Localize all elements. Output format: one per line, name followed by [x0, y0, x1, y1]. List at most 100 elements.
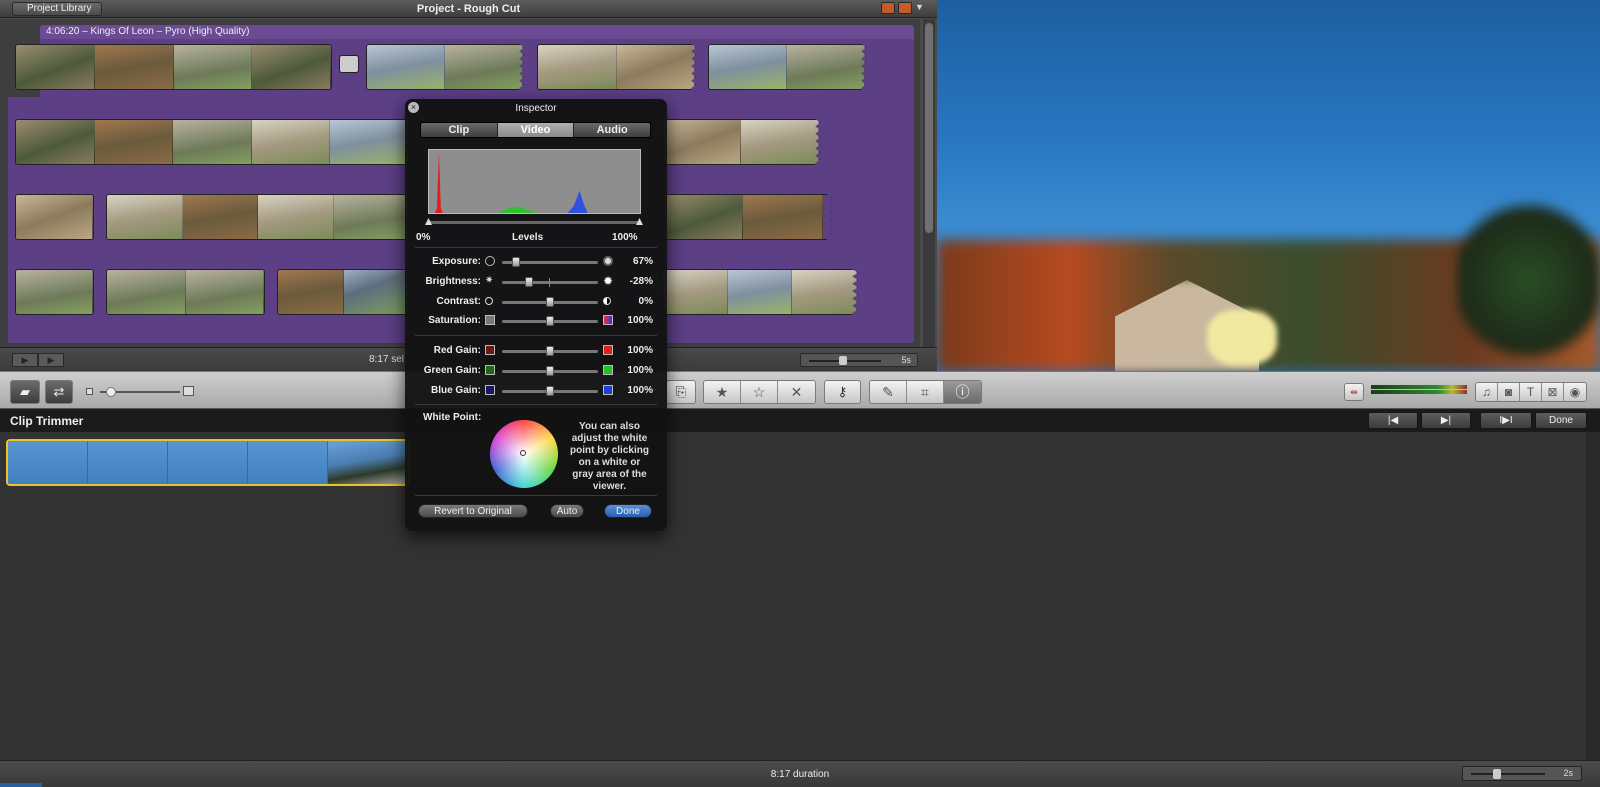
previous-clip-button[interactable]: |◀: [1368, 412, 1418, 429]
saturation-slider-row: Saturation: 100%: [405, 314, 667, 328]
favorite-icon[interactable]: ★: [704, 381, 741, 403]
inspector-panel: × Inspector Clip Video Audio 0% Levels 1…: [405, 99, 667, 531]
project-scrollbar[interactable]: [923, 19, 935, 347]
inspector-done-button[interactable]: Done: [604, 504, 652, 518]
project-status: 8:17 sel: [369, 354, 405, 365]
exposure-high-icon: [603, 256, 613, 266]
auto-button[interactable]: Auto: [550, 504, 584, 518]
brightness-slider-row: Brightness: ✷ ✹ -28%: [405, 275, 667, 289]
large-thumb-icon: [183, 386, 194, 396]
revert-to-original-button[interactable]: Revert to Original: [418, 504, 528, 518]
clip-strip[interactable]: [106, 194, 410, 240]
clip-trimmer-header: Clip Trimmer |◀ ▶| I▶I Done: [0, 409, 1600, 432]
contrast-value: 0%: [638, 296, 653, 307]
tab-video[interactable]: Video: [497, 123, 575, 137]
brightness-slider[interactable]: [524, 277, 533, 287]
green-low-icon: [485, 365, 495, 375]
main-toolbar: ▰ ⇄ ⎘ ★ ☆ ✕ ⚷ ✎ ⌗ ⓘ ⇹ ♫ ◙ T ⊠ ◉: [0, 371, 1600, 409]
zoom-value: 5s: [901, 355, 911, 365]
exposure-slider[interactable]: [512, 257, 521, 267]
blue-gain-value: 100%: [627, 385, 653, 396]
clip-strip[interactable]: [277, 269, 410, 315]
clip-strip[interactable]: [15, 44, 332, 90]
saturation-low-icon: [485, 315, 495, 325]
title-icon[interactable]: T: [1520, 383, 1542, 401]
trimmer-zoom-knob[interactable]: [1493, 769, 1501, 779]
clip-strip[interactable]: [15, 194, 94, 240]
play-clip-button[interactable]: I▶I: [1480, 412, 1532, 429]
red-low-icon: [485, 345, 495, 355]
trimmer-zoom-value: 2s: [1563, 768, 1573, 778]
clip-strip[interactable]: [662, 119, 820, 165]
red-gain-slider[interactable]: [546, 346, 554, 356]
clip-strip[interactable]: [662, 269, 858, 315]
viewer-highlight: [1207, 310, 1277, 365]
chevron-down-icon[interactable]: ▼: [915, 2, 929, 14]
clip-strip[interactable]: [106, 269, 265, 315]
viewer-preview[interactable]: [937, 0, 1600, 371]
play-icon[interactable]: ▶: [38, 353, 64, 367]
contrast-slider-row: Contrast: 0%: [405, 295, 667, 309]
selected-clip[interactable]: [6, 439, 410, 486]
crop-icon[interactable]: ⌗: [907, 381, 944, 403]
green-gain-slider[interactable]: [546, 366, 554, 376]
white-point-marker[interactable]: [520, 450, 526, 456]
play-fullscreen-icon[interactable]: ▶: [12, 353, 38, 367]
trimmer-scrollbar[interactable]: [1586, 432, 1600, 760]
project-header: Project Library Project - Rough Cut ▼: [0, 0, 937, 18]
saturation-slider[interactable]: [546, 316, 554, 326]
blue-gain-slider[interactable]: [546, 386, 554, 396]
clip-strip[interactable]: [15, 119, 410, 165]
tab-audio[interactable]: Audio: [574, 123, 650, 137]
trimmer-done-button[interactable]: Done: [1535, 412, 1587, 429]
contrast-slider[interactable]: [546, 297, 554, 307]
brightness-value: -28%: [629, 276, 653, 287]
reject-icon[interactable]: ✕: [778, 381, 815, 403]
levels-track: [428, 221, 641, 224]
photo-icon[interactable]: ◙: [1498, 383, 1520, 401]
green-gain-slider-row: Green Gain: 100%: [405, 364, 667, 378]
clip-strip[interactable]: [662, 194, 832, 240]
saturation-high-icon: [603, 315, 613, 325]
divider: [415, 495, 657, 496]
contrast-label: Contrast:: [436, 296, 481, 307]
project-zoom-slider[interactable]: 5s: [800, 353, 918, 367]
red-gain-slider-row: Red Gain: 100%: [405, 344, 667, 358]
clip-strip[interactable]: [15, 269, 94, 315]
comment-marker-icon[interactable]: [881, 2, 895, 14]
zoom-knob[interactable]: [839, 356, 847, 365]
audio-skimming-icon[interactable]: ⇹: [1344, 383, 1364, 401]
green-gain-value: 100%: [627, 365, 653, 376]
clip-strip[interactable]: [366, 44, 524, 90]
clip-strip[interactable]: [708, 44, 866, 90]
camera-import-icon[interactable]: ▰: [10, 380, 40, 404]
thumb-slider-knob[interactable]: [106, 387, 116, 397]
project-title: Project - Rough Cut: [416, 3, 521, 15]
audio-adjust-icon[interactable]: ⎘: [666, 380, 696, 404]
project-scroll-thumb[interactable]: [925, 23, 933, 233]
inspector-icon[interactable]: ⓘ: [944, 381, 981, 403]
sun-large-icon: ✹: [603, 274, 614, 288]
brightness-label: Brightness:: [425, 276, 481, 287]
keyword-icon[interactable]: ⚷: [824, 380, 861, 404]
music-track-label[interactable]: 4:06:20 – Kings Of Leon – Pyro (High Qua…: [40, 25, 914, 39]
swap-icon[interactable]: ⇄: [45, 380, 73, 404]
viewer-tree: [1457, 190, 1600, 371]
map-icon[interactable]: ◉: [1564, 383, 1586, 401]
levels-min-label: 0%: [416, 232, 431, 243]
browser-group: ♫ ◙ T ⊠ ◉: [1475, 382, 1587, 402]
next-clip-button[interactable]: ▶|: [1421, 412, 1471, 429]
green-high-icon: [603, 365, 613, 375]
chapter-marker-icon[interactable]: [898, 2, 912, 14]
levels-label: Levels: [512, 232, 544, 243]
eyedropper-icon[interactable]: ✎: [870, 381, 907, 403]
clip-strip[interactable]: [537, 44, 696, 90]
unfavorite-icon[interactable]: ☆: [741, 381, 778, 403]
transition-icon[interactable]: [339, 55, 359, 73]
thumbnail-size-slider[interactable]: [86, 385, 198, 399]
blue-low-icon: [485, 385, 495, 395]
tab-clip[interactable]: Clip: [421, 123, 498, 137]
transition-browser-icon[interactable]: ⊠: [1542, 383, 1564, 401]
music-icon[interactable]: ♫: [1476, 383, 1498, 401]
trimmer-zoom-slider[interactable]: 2s: [1462, 766, 1582, 781]
